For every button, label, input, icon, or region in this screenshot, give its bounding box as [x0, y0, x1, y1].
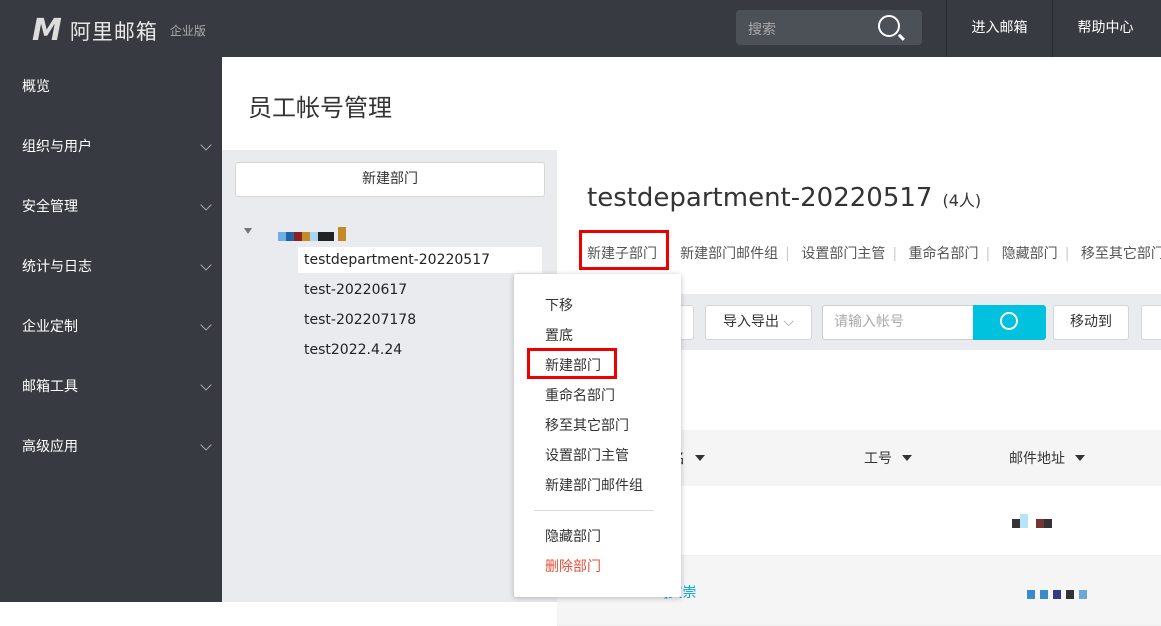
collapse-arrow-icon[interactable] — [244, 228, 252, 238]
sidebar-item-advanced[interactable]: 高级应用 — [0, 417, 222, 477]
department-tree: 新建部门 testdepartment-20220517 test-202206… — [222, 150, 557, 602]
sidebar-item-security[interactable]: 安全管理 — [0, 177, 222, 237]
chevron-down-icon — [200, 259, 212, 271]
sidebar-label: 高级应用 — [22, 439, 78, 455]
sidebar: 概览 组织与用户 安全管理 统计与日志 企业定制 邮箱工具 高级应用 — [0, 57, 222, 602]
logo[interactable]: M 阿里邮箱 企业版 — [32, 13, 206, 48]
menu-item-set-manager[interactable]: 设置部门主管 — [545, 445, 629, 465]
sidebar-item-mail-tools[interactable]: 邮箱工具 — [0, 357, 222, 417]
sidebar-item-overview[interactable]: 概览 — [0, 57, 222, 117]
sidebar-label: 统计与日志 — [22, 259, 92, 275]
new-dept-mailgroup-link[interactable]: 新建部门邮件组 — [680, 246, 778, 262]
page-title: 员工帐号管理 — [248, 94, 392, 122]
menu-item-move-bottom[interactable]: 置底 — [545, 325, 573, 345]
column-email[interactable]: 邮件地址 — [1009, 448, 1085, 468]
root-org-name-redacted[interactable] — [278, 226, 346, 245]
chevron-down-icon — [200, 139, 212, 151]
sidebar-label: 概览 — [22, 79, 50, 95]
member-count: (4人) — [942, 191, 982, 210]
department-actions: 新建子部门 | 新建部门邮件组 | 设置部门主管 | 重命名部门 | 隐藏部门 | 移至其… — [587, 243, 1161, 263]
sidebar-item-org-users[interactable]: 组织与用户 — [0, 117, 222, 177]
sort-icon — [1075, 455, 1085, 466]
import-export-dropdown[interactable]: 导入导出 ⌵ — [705, 305, 812, 340]
help-center-button[interactable]: 帮助中心 — [1052, 0, 1158, 57]
new-department-button[interactable]: 新建部门 — [235, 162, 545, 197]
sidebar-label: 企业定制 — [22, 319, 78, 335]
department-name: testdepartment-20220517 — [587, 183, 933, 213]
sidebar-label: 邮箱工具 — [22, 379, 78, 395]
menu-item-delete[interactable]: 删除部门 — [545, 556, 601, 576]
logo-mark: M — [32, 13, 62, 48]
search-icon — [1000, 312, 1018, 330]
tree-node[interactable]: test-202207178 — [298, 307, 416, 333]
set-manager-link[interactable]: 设置部门主管 — [801, 246, 885, 262]
move-to-button[interactable]: 移动到 — [1053, 305, 1129, 340]
import-export-label: 导入导出 — [722, 314, 779, 330]
sidebar-item-customization[interactable]: 企业定制 — [0, 297, 222, 357]
search-icon[interactable] — [878, 15, 900, 37]
sort-icon — [902, 455, 912, 466]
highlight-box — [527, 348, 617, 379]
search-button[interactable] — [973, 305, 1046, 340]
menu-item-move-to-other[interactable]: 移至其它部门 — [545, 415, 629, 435]
menu-divider — [534, 510, 654, 511]
department-title: testdepartment-20220517 (4人) — [587, 183, 981, 213]
menu-item-new-mailgroup[interactable]: 新建部门邮件组 — [545, 475, 643, 495]
search-input[interactable]: 搜索 — [736, 10, 922, 45]
tree-node[interactable]: test2022.4.24 — [298, 337, 402, 363]
edition-label: 企业版 — [169, 24, 206, 38]
sidebar-label: 安全管理 — [22, 199, 78, 215]
move-dept-link[interactable]: 移至其它部门 — [1081, 246, 1161, 262]
toolbar-button[interactable] — [1141, 305, 1161, 340]
menu-item-hide[interactable]: 隐藏部门 — [545, 526, 601, 546]
column-employee-id[interactable]: 工号 — [864, 448, 912, 468]
top-bar: M 阿里邮箱 企业版 搜索 进入邮箱 帮助中心 — [0, 0, 1161, 57]
chevron-down-icon: ⌵ — [783, 314, 795, 330]
chevron-down-icon — [200, 439, 212, 451]
rename-dept-link[interactable]: 重命名部门 — [909, 246, 979, 262]
chevron-down-icon — [200, 319, 212, 331]
highlight-box — [579, 230, 669, 270]
chevron-down-icon — [200, 199, 212, 211]
sort-icon — [695, 455, 705, 466]
email-redacted — [1027, 584, 1088, 603]
search-placeholder: 搜索 — [748, 22, 776, 38]
sidebar-label: 组织与用户 — [22, 139, 92, 155]
menu-item-rename[interactable]: 重命名部门 — [545, 385, 615, 405]
menu-item-move-down[interactable]: 下移 — [545, 295, 573, 315]
enter-mailbox-button[interactable]: 进入邮箱 — [946, 0, 1052, 57]
sidebar-item-stats-logs[interactable]: 统计与日志 — [0, 237, 222, 297]
context-menu: 下移 置底 新建部门 重命名部门 移至其它部门 设置部门主管 新建部门邮件组 隐… — [514, 274, 681, 597]
hide-dept-link[interactable]: 隐藏部门 — [1002, 246, 1058, 262]
account-search-input[interactable]: 请输入帐号 — [822, 305, 974, 340]
tree-node[interactable]: test-20220617 — [298, 277, 407, 303]
chevron-down-icon — [200, 379, 212, 391]
email-redacted — [1012, 513, 1052, 532]
logo-text: 阿里邮箱 — [69, 19, 158, 44]
tree-node-selected[interactable]: testdepartment-20220517 — [298, 247, 542, 273]
